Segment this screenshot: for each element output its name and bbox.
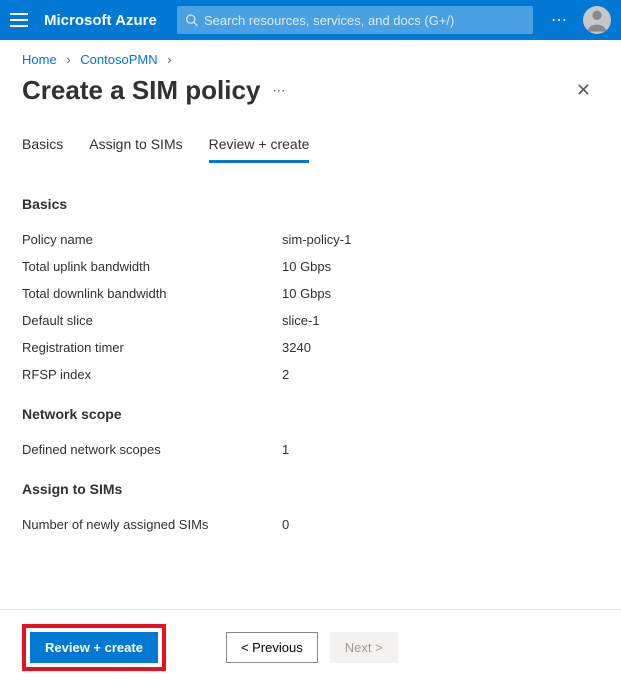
downlink-value: 10 Gbps	[282, 286, 331, 301]
menu-icon[interactable]	[10, 10, 30, 30]
sims-label: Number of newly assigned SIMs	[22, 517, 282, 532]
field-reg-timer: Registration timer 3240	[22, 334, 599, 361]
policy-name-label: Policy name	[22, 232, 282, 247]
field-rfsp: RFSP index 2	[22, 361, 599, 388]
previous-button[interactable]: < Previous	[226, 632, 318, 663]
breadcrumb-resource[interactable]: ContosoPMN	[80, 52, 157, 67]
wizard-footer: Review + create < Previous Next >	[0, 609, 621, 685]
slice-label: Default slice	[22, 313, 282, 328]
section-assign-title: Assign to SIMs	[22, 481, 599, 497]
brand-label[interactable]: Microsoft Azure	[44, 12, 157, 29]
review-create-button[interactable]: Review + create	[30, 632, 158, 663]
tab-assign-to-sims[interactable]: Assign to SIMs	[89, 130, 182, 163]
page-actions-icon[interactable]: ⋯	[272, 83, 287, 99]
rfsp-label: RFSP index	[22, 367, 282, 382]
tabs: Basics Assign to SIMs Review + create	[0, 120, 621, 164]
downlink-label: Total downlink bandwidth	[22, 286, 282, 301]
next-button: Next >	[330, 632, 398, 663]
scopes-label: Defined network scopes	[22, 442, 282, 457]
field-policy-name: Policy name sim-policy-1	[22, 226, 599, 253]
search-icon	[185, 13, 198, 27]
field-slice: Default slice slice-1	[22, 307, 599, 334]
search-input-wrapper[interactable]	[177, 6, 533, 34]
search-input[interactable]	[204, 13, 525, 28]
top-bar: Microsoft Azure ⋯	[0, 0, 621, 40]
sims-value: 0	[282, 517, 289, 532]
field-sims-count: Number of newly assigned SIMs 0	[22, 511, 599, 538]
more-icon[interactable]: ⋯	[551, 10, 569, 30]
tab-review-create[interactable]: Review + create	[209, 130, 310, 163]
close-icon[interactable]: ✕	[568, 76, 599, 105]
uplink-label: Total uplink bandwidth	[22, 259, 282, 274]
chevron-right-icon: ›	[167, 52, 171, 67]
field-downlink: Total downlink bandwidth 10 Gbps	[22, 280, 599, 307]
review-content: Basics Policy name sim-policy-1 Total up…	[0, 164, 621, 538]
field-scopes: Defined network scopes 1	[22, 436, 599, 463]
policy-name-value: sim-policy-1	[282, 232, 351, 247]
page-header: Create a SIM policy ⋯ ✕	[0, 71, 621, 120]
section-basics-title: Basics	[22, 196, 599, 212]
reg-timer-value: 3240	[282, 340, 311, 355]
uplink-value: 10 Gbps	[282, 259, 331, 274]
breadcrumb: Home › ContosoPMN ›	[0, 40, 621, 71]
field-uplink: Total uplink bandwidth 10 Gbps	[22, 253, 599, 280]
scopes-value: 1	[282, 442, 289, 457]
rfsp-value: 2	[282, 367, 289, 382]
chevron-right-icon: ›	[66, 52, 70, 67]
section-network-title: Network scope	[22, 406, 599, 422]
reg-timer-label: Registration timer	[22, 340, 282, 355]
page-title: Create a SIM policy	[22, 75, 260, 106]
breadcrumb-home[interactable]: Home	[22, 52, 57, 67]
tab-basics[interactable]: Basics	[22, 130, 63, 163]
avatar[interactable]	[583, 6, 611, 34]
highlight-box: Review + create	[22, 624, 166, 671]
slice-value: slice-1	[282, 313, 320, 328]
